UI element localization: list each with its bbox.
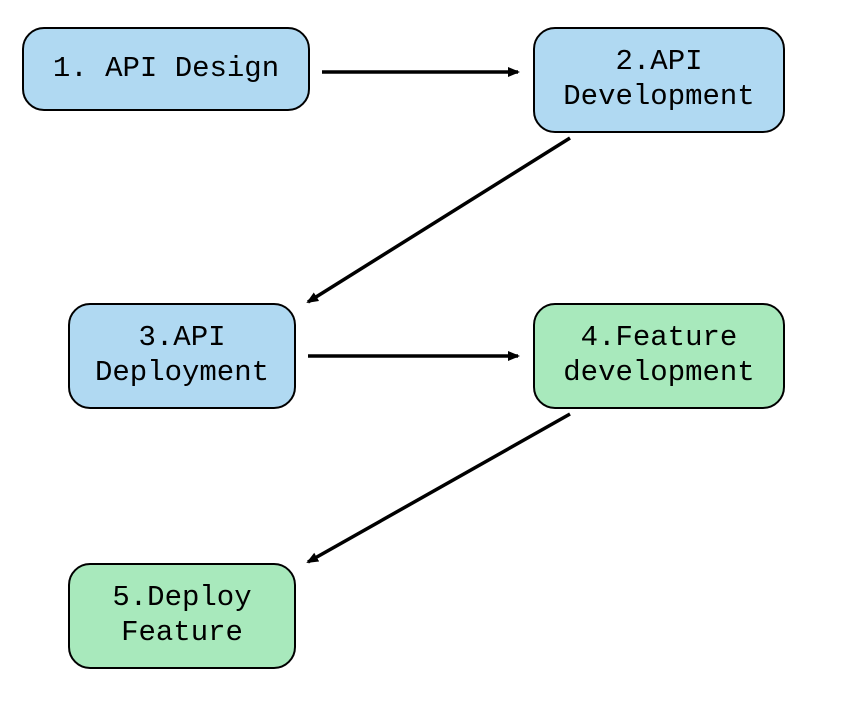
arrow-n4-n5 bbox=[308, 414, 570, 562]
node-label: 3.API Deployment bbox=[88, 321, 276, 391]
node-api-deployment: 3.API Deployment bbox=[68, 303, 296, 409]
node-label: 2.API Development bbox=[553, 45, 765, 115]
node-label: 4.Feature development bbox=[553, 321, 765, 391]
arrow-n2-n3 bbox=[308, 138, 570, 302]
node-api-design: 1. API Design bbox=[22, 27, 310, 111]
node-deploy-feature: 5.Deploy Feature bbox=[68, 563, 296, 669]
node-feature-development: 4.Feature development bbox=[533, 303, 785, 409]
node-label: 5.Deploy Feature bbox=[88, 581, 276, 651]
node-label: 1. API Design bbox=[53, 52, 279, 87]
node-api-development: 2.API Development bbox=[533, 27, 785, 133]
